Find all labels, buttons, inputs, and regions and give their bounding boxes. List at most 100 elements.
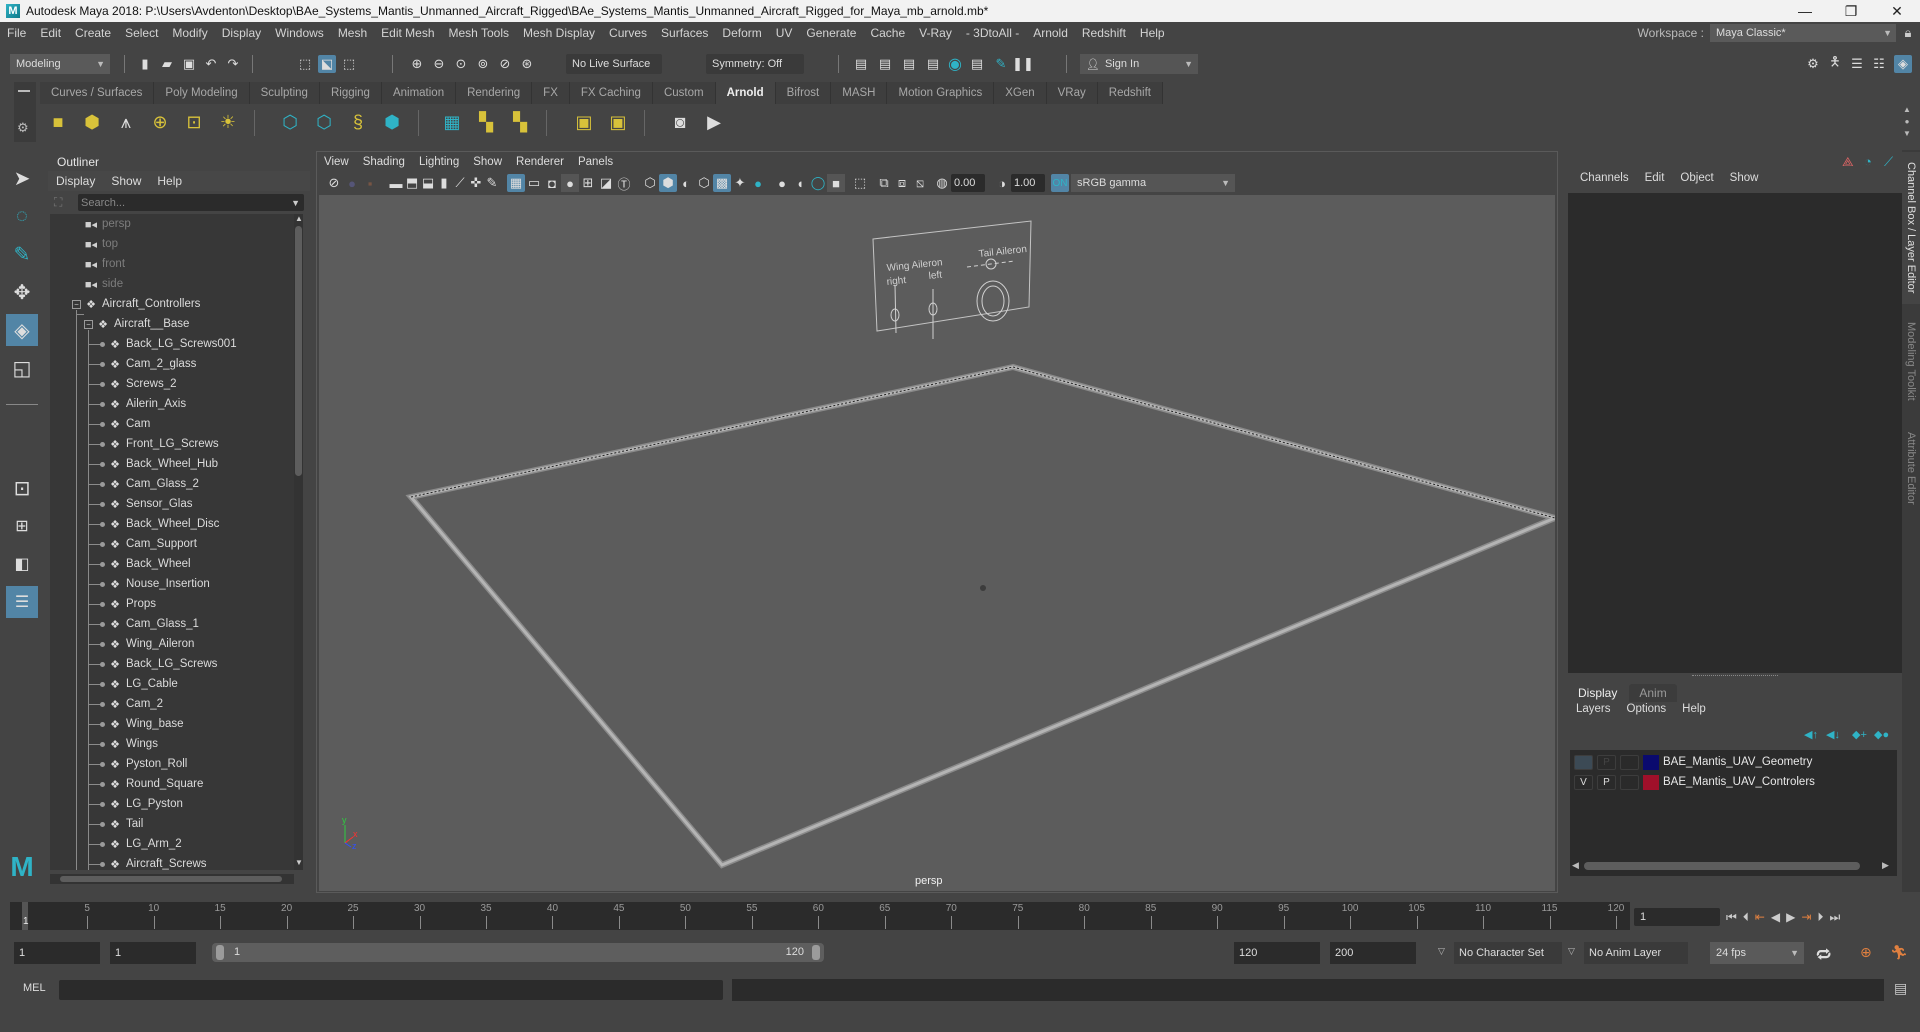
channel-menu-object[interactable]: Object [1672,172,1721,184]
panel-splitter[interactable] [1692,675,1778,677]
auto-key-icon[interactable]: ⊕ [1860,944,1872,961]
render-setup-icon[interactable]: ▤ [968,55,986,73]
layer-tab-display[interactable]: Display [1568,684,1628,702]
select-tool-icon[interactable]: ➤ [6,162,38,194]
save-scene-icon[interactable]: ▣ [180,55,198,73]
playback-end-field[interactable]: 120 [1234,942,1320,964]
menu-mesh-tools[interactable]: Mesh Tools [442,26,516,40]
go-to-end-icon[interactable]: ⏭ [1829,910,1840,925]
flush-cache-icon[interactable]: ▣ [570,108,598,136]
shelf-tab-motion-graphics[interactable]: Motion Graphics [887,82,995,104]
safe-action-icon[interactable]: ◪ [597,174,615,192]
snap-point-icon[interactable]: ⊙ [452,55,470,73]
playback-start-field[interactable]: 1 [110,942,196,964]
command-input[interactable] [59,980,723,1000]
photometric-light-icon[interactable]: ⩚ [112,108,140,136]
loop-icon[interactable]: 🔁︎ [1816,944,1831,966]
light-editor-icon[interactable]: ✎ [992,55,1010,73]
outliner-menu-show[interactable]: Show [103,174,149,188]
outliner-search-input[interactable]: Search... ▼ [78,194,304,211]
outliner-item[interactable]: ❖ Sensor_Glas [108,494,192,514]
shelf-tab-curves-surfaces[interactable]: Curves / Surfaces [40,82,155,104]
outliner-menu-help[interactable]: Help [149,174,190,188]
vtab-modeling-toolkit[interactable]: Modeling Toolkit [1902,308,1920,414]
menu-mesh[interactable]: Mesh [331,26,374,40]
shelf-tab-sculpting[interactable]: Sculpting [249,82,320,104]
gate-mask-icon[interactable]: ● [561,174,579,192]
minimize-button[interactable]: — [1782,0,1828,22]
scroll-right-icon[interactable]: ▶ [1882,860,1889,871]
modeling-toolkit-icon[interactable]: ⚙ [1804,55,1822,73]
menu-3dtoall[interactable]: - 3DtoAll - [959,26,1026,40]
undo-icon[interactable]: ↶ [202,55,220,73]
outliner-item[interactable]: ❖ Back_Wheel_Hub [108,454,218,474]
screen-space-ao-icon[interactable]: ● [773,174,791,192]
snap-view-icon[interactable]: ⊚ [474,55,492,73]
menu-set-dropdown[interactable]: Modeling ▼ [10,54,110,74]
sign-in-button[interactable]: 👤︎ Sign In ▼ [1080,54,1198,74]
flush-textures-icon[interactable]: ▣ [604,108,632,136]
outliner-item[interactable]: ❖ LG_Pyston [108,794,183,814]
anim-layer-menu-icon[interactable]: ▽ [1568,946,1575,957]
outliner-tab[interactable]: Outliner [48,153,110,171]
range-end-handle[interactable] [812,945,820,960]
exposure-field[interactable]: 0.00 [951,174,985,192]
shelf-tab-poly-modeling[interactable]: Poly Modeling [154,82,250,104]
render-play-icon[interactable]: ▶ [700,108,728,136]
viewport-menu-shading[interactable]: Shading [356,156,412,168]
export-standin-icon[interactable]: ⬡ [310,108,338,136]
layer-name[interactable]: BAE_Mantis_UAV_Geometry [1663,756,1812,768]
step-forward-key-icon[interactable]: ⇥ [1801,910,1811,924]
live-surface-field[interactable]: No Live Surface [566,54,662,74]
shelf-tab-vray[interactable]: VRay [1046,82,1098,104]
outliner-item-top[interactable]: ■◂ top [84,234,118,254]
anim-layer-field[interactable]: No Anim Layer [1584,942,1688,964]
render-view-icon[interactable]: ▤ [852,55,870,73]
default-material-icon[interactable]: ◐ [677,174,695,192]
menu-display[interactable]: Display [215,26,268,40]
shadows-icon[interactable]: ● [749,174,767,192]
texture-manager-icon[interactable]: ▦ [438,108,466,136]
menu-generate[interactable]: Generate [799,26,863,40]
depth-of-field-icon[interactable]: ■ [827,174,845,192]
layer-name[interactable]: BAE_Mantis_UAV_Controlers [1663,776,1815,788]
play-forwards-icon[interactable]: ▶ [1786,910,1795,924]
plane-controller[interactable] [405,363,1555,869]
isolate-select-icon[interactable]: ⬚ [851,174,869,192]
outliner-item-side[interactable]: ■◂ side [84,274,123,294]
fps-dropdown[interactable]: 24 fps ▼ [1710,942,1804,964]
outliner-item[interactable]: ❖ Back_Wheel_Disc [108,514,219,534]
redo-icon[interactable]: ↷ [224,55,242,73]
outliner-item[interactable]: ❖ Wings [108,734,158,754]
menu-cache[interactable]: Cache [863,26,912,40]
create-standin-icon[interactable]: ⬡ [276,108,304,136]
outliner-item-aircraft-controllers[interactable]: ❖ Aircraft_Controllers [84,294,200,314]
outliner-item[interactable]: ❖ Wing_base [108,714,183,734]
script-editor-icon[interactable]: ▤ [1894,980,1907,997]
grid-toggle-icon[interactable]: ▦ [507,174,525,192]
persp-outliner-layout-icon[interactable]: ◧ [6,548,38,580]
script-language-toggle[interactable]: MEL [23,982,46,994]
menu-arnold[interactable]: Arnold [1026,26,1075,40]
render-view-arnold-icon[interactable]: ◙ [666,108,694,136]
shelf-tab-bifrost[interactable]: Bifrost [775,82,832,104]
film-gate-icon[interactable]: ▭ [525,174,543,192]
viewport-menu-view[interactable]: View [317,156,356,168]
snap-surface-icon[interactable]: ⊘ [496,55,514,73]
gamma-field[interactable]: 1.00 [1011,174,1045,192]
outliner-item[interactable]: ❖ Cam [108,414,150,434]
layer-menu-options[interactable]: Options [1619,703,1675,715]
outliner-item-persp[interactable]: ■◂ persp [84,214,131,234]
single-perspective-layout-icon[interactable]: ⊡ [6,472,38,504]
shelf-tab-rendering[interactable]: Rendering [456,82,533,104]
scroll-left-icon[interactable]: ◀ [1572,860,1579,871]
outliner-item[interactable]: ❖ Cam_2_glass [108,354,196,374]
menu-modify[interactable]: Modify [165,26,214,40]
control-card[interactable]: Wing Aileron right left Tail Aileron [872,220,1032,339]
attribute-editor-icon[interactable]: ☰ [1848,55,1866,73]
paint-select-tool-icon[interactable]: ✎ [6,238,38,270]
resolution-gate-icon[interactable]: ◘ [543,174,561,192]
menu-vray[interactable]: V-Ray [912,26,959,40]
layer-menu-layers[interactable]: Layers [1568,703,1619,715]
rotate-tool-icon[interactable]: ◈ [6,314,38,346]
